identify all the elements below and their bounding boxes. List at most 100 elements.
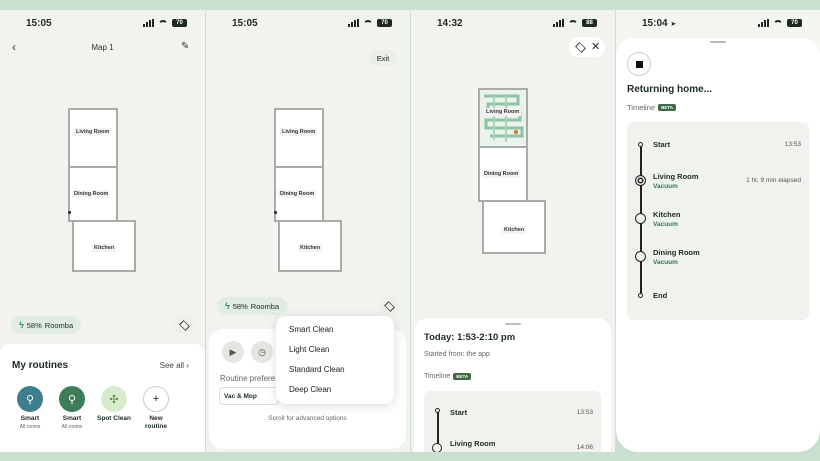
routine-name: Spot Clean <box>97 415 131 422</box>
bolt-icon: ϟ <box>19 320 24 330</box>
battery-level: 58% <box>26 320 42 330</box>
event-name: Kitchen <box>653 210 681 219</box>
battery-chip[interactable]: ϟ 58% Roomba <box>217 297 288 315</box>
timeline: Start 13:53 Living Room 14:06 <box>424 391 601 452</box>
scroll-hint: Scroll for advanced options <box>268 415 347 422</box>
room-label: Kitchen <box>298 244 323 252</box>
small-dot-icon <box>638 293 643 298</box>
routine-smart-2[interactable]: ⚲ Smart All rooms <box>52 386 92 430</box>
current-room-icon <box>635 175 646 186</box>
bottom-background-band <box>0 452 820 461</box>
top-background-band <box>0 0 820 10</box>
status-bar: 15:04 ➤ 70 <box>616 16 820 32</box>
routine-spot-clean[interactable]: ✣ Spot Clean <box>94 386 134 423</box>
job-summary-sheet: Today: 1:53-2:10 pm Started from: the ap… <box>414 318 611 452</box>
wifi-icon <box>158 19 168 27</box>
device-name: Roomba <box>44 320 74 330</box>
layers-icon[interactable] <box>575 42 586 53</box>
wifi-icon <box>773 19 783 27</box>
event-activity: Vacuum <box>653 221 678 228</box>
routine-icon: ⚲ <box>59 386 85 412</box>
dock-icon <box>68 211 71 214</box>
beta-badge: BETA <box>453 373 472 380</box>
routines-title: My routines <box>12 360 69 371</box>
timeline-header: Timeline BETA <box>627 103 676 112</box>
map-controls: ✕ <box>569 37 605 57</box>
battery-chip[interactable]: ϟ 58% Roomba <box>11 316 82 334</box>
menu-item-standard-clean[interactable]: Standard Clean <box>289 365 345 374</box>
bolt-icon: ϟ <box>225 301 230 311</box>
event-activity: Vacuum <box>653 259 678 266</box>
signal-icon <box>553 19 564 27</box>
event-activity: Vacuum <box>653 183 678 190</box>
event-time: 14:06 <box>576 444 593 451</box>
small-dot-icon <box>638 142 643 147</box>
room-dot-icon <box>635 251 646 262</box>
timeline-header: Timeline BETA <box>424 373 472 380</box>
routine-icon: ⚲ <box>17 386 43 412</box>
close-icon[interactable]: ✕ <box>591 40 600 53</box>
battery-icon: 88 <box>582 19 597 27</box>
event-name: Living Room <box>653 172 699 181</box>
play-button[interactable]: ▶ <box>222 341 244 363</box>
room-kitchen[interactable]: Kitchen <box>278 220 342 272</box>
menu-item-smart-clean[interactable]: Smart Clean <box>289 325 333 334</box>
room-label: Kitchen <box>92 244 117 252</box>
routine-name: Smart <box>62 415 82 422</box>
room-dining-room[interactable]: Dining Room <box>68 166 118 222</box>
room-kitchen[interactable]: Kitchen <box>72 220 136 272</box>
room-dining-room[interactable]: Dining Room <box>478 146 528 202</box>
chevron-right-icon: › <box>186 361 189 370</box>
room-kitchen[interactable]: Kitchen <box>482 200 546 254</box>
clean-type-menu: Smart Clean Light Clean Standard Clean D… <box>276 316 394 404</box>
signal-icon <box>348 19 359 27</box>
signal-icon <box>758 19 769 27</box>
job-date: Today: 1:53-2:10 pm <box>424 332 516 343</box>
battery-icon: 70 <box>172 19 187 27</box>
routine-new[interactable]: + New routine <box>136 386 176 430</box>
status-icons: 70 <box>348 19 392 27</box>
event-name: Start <box>450 408 468 417</box>
sheet-handle[interactable] <box>710 41 726 43</box>
routine-smart-1[interactable]: ⚲ Smart All rooms <box>10 386 50 430</box>
room-living-room[interactable]: Living Room <box>478 88 528 148</box>
status-time: 15:04 ➤ <box>642 18 676 29</box>
status-bar: 14:32 88 <box>411 16 615 32</box>
schedule-button[interactable]: ◷ <box>251 341 273 363</box>
sheet-handle[interactable] <box>504 323 521 325</box>
status-time: 15:05 <box>232 18 258 29</box>
room-dining-room[interactable]: Dining Room <box>274 166 324 222</box>
room-living-room[interactable]: Living Room <box>274 108 324 168</box>
edit-pencil-icon[interactable]: ✎ <box>181 41 189 52</box>
room-label: Living Room <box>280 128 318 136</box>
room-label: Dining Room <box>72 190 111 198</box>
layers-button[interactable] <box>174 315 194 335</box>
screen-map: 15:05 70 ‹ Map 1 ✎ Living Room Dining Ro… <box>0 10 205 452</box>
menu-item-deep-clean[interactable]: Deep Clean <box>289 385 331 394</box>
stop-button[interactable] <box>627 52 651 76</box>
event-name: Dining Room <box>653 248 700 257</box>
screen-history: 14:32 88 ✕ Living Room Dining Room Kitch… <box>411 10 615 452</box>
status-bar: 15:05 70 <box>0 16 205 32</box>
wifi-icon <box>568 19 578 27</box>
routines-sheet: My routines See all › ⚲ Smart All rooms … <box>0 344 205 452</box>
see-all-link[interactable]: See all › <box>160 361 189 370</box>
device-name: Roomba <box>250 301 280 311</box>
mode-select[interactable]: Vac & Mop <box>219 387 279 405</box>
event-name: Start <box>653 140 671 149</box>
routine-sub: All rooms <box>19 423 41 430</box>
location-arrow-icon: ➤ <box>670 21 677 28</box>
exit-button[interactable]: Exit <box>369 50 397 66</box>
status-time: 15:05 <box>26 18 52 29</box>
layers-button[interactable] <box>379 296 399 316</box>
stop-icon <box>635 60 643 68</box>
cleaned-path <box>484 94 524 142</box>
room-living-room[interactable]: Living Room <box>68 108 118 168</box>
plus-icon: + <box>143 386 169 412</box>
status-icons: 70 <box>143 19 187 27</box>
room-label: Living Room <box>484 108 522 116</box>
menu-item-light-clean[interactable]: Light Clean <box>289 345 329 354</box>
timeline-label: Timeline <box>424 373 451 380</box>
signal-icon <box>143 19 154 27</box>
job-source: Started from: the app <box>424 351 490 358</box>
